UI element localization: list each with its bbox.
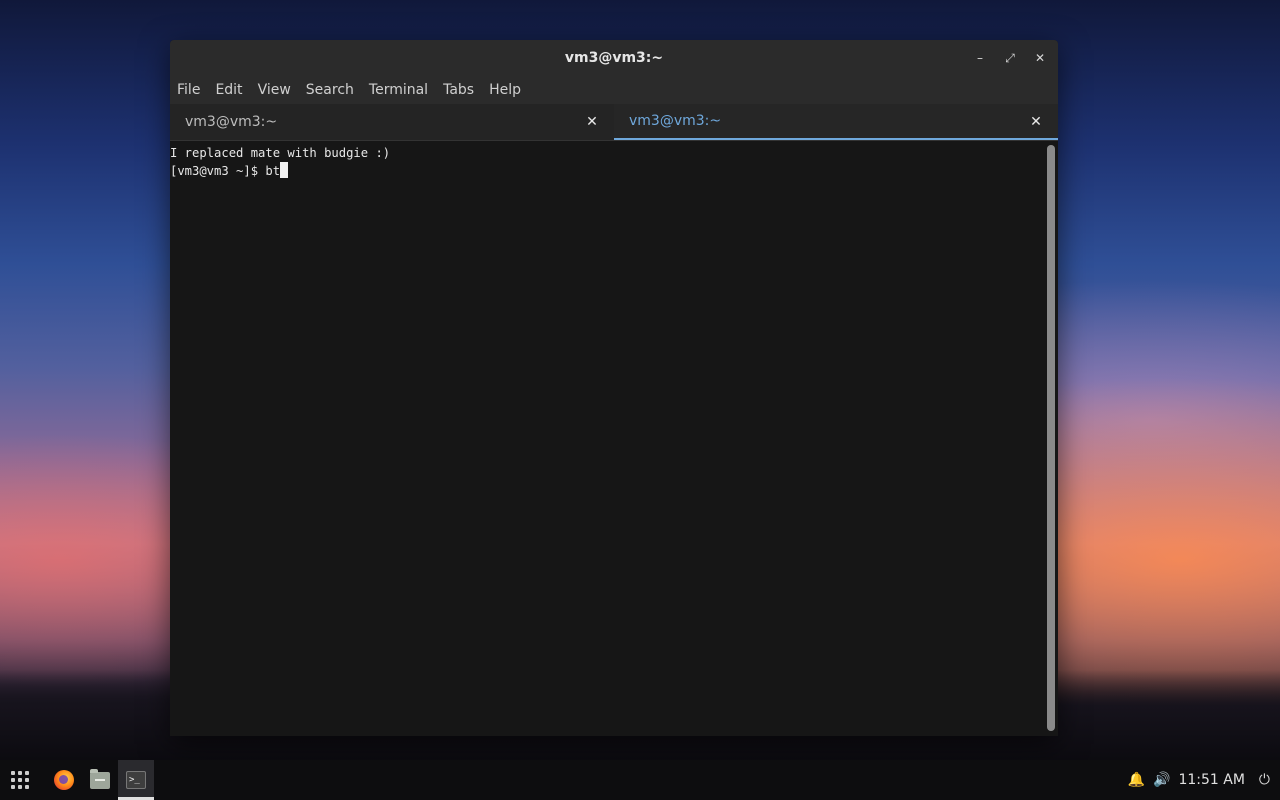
menu-search[interactable]: Search <box>305 82 362 98</box>
volume-icon[interactable]: 🔊 <box>1153 772 1170 788</box>
scrollbar-thumb[interactable] <box>1047 145 1055 731</box>
window-title: vm3@vm3:~ <box>564 50 664 66</box>
system-tray: 🔔 🔊 11:51 AM ⏻ <box>1128 760 1280 800</box>
text-cursor <box>280 162 289 178</box>
close-icon: ✕ <box>1034 51 1046 65</box>
close-window-button[interactable]: ✕ <box>1030 48 1050 68</box>
terminal-prompt-line: [vm3@vm3 ~]$ bt <box>170 162 1058 180</box>
window-controls: – ⤢ ✕ <box>970 40 1050 76</box>
grid-icon <box>11 771 29 789</box>
maximize-icon: ⤢ <box>1005 50 1015 65</box>
terminal-icon: >_ <box>126 771 146 789</box>
menu-help[interactable]: Help <box>488 82 529 98</box>
firefox-icon <box>54 770 74 790</box>
scrollbar[interactable] <box>1047 145 1055 731</box>
firefox-launcher[interactable] <box>46 760 82 800</box>
menu-tabs[interactable]: Tabs <box>442 82 482 98</box>
files-launcher[interactable] <box>82 760 118 800</box>
terminal-window: vm3@vm3:~ – ⤢ ✕ File Edit View Search Te… <box>170 40 1058 736</box>
terminal-line-2: [vm3@vm3 ~]$ bt <box>170 164 281 178</box>
tab-1[interactable]: vm3@vm3:~ ✕ <box>170 104 614 140</box>
tab-2-close-icon[interactable]: ✕ <box>1026 112 1046 132</box>
tab-bar: vm3@vm3:~ ✕ vm3@vm3:~ ✕ <box>170 104 1058 141</box>
app-menu-button[interactable] <box>2 760 38 800</box>
menu-view[interactable]: View <box>257 82 299 98</box>
taskbar: >_ 🔔 🔊 11:51 AM ⏻ <box>0 760 1280 800</box>
menu-file[interactable]: File <box>176 82 208 98</box>
minimize-button[interactable]: – <box>970 48 990 68</box>
tab-2-label: vm3@vm3:~ <box>629 113 722 129</box>
terminal-line-1: I replaced mate with budgie :) <box>170 146 391 160</box>
tab-1-label: vm3@vm3:~ <box>185 114 278 130</box>
clock[interactable]: 11:51 AM <box>1178 772 1244 788</box>
tab-1-close-icon[interactable]: ✕ <box>582 112 602 132</box>
minimize-icon: – <box>977 51 983 65</box>
files-icon <box>90 768 110 789</box>
terminal-output[interactable]: I replaced mate with budgie :) [vm3@vm3 … <box>170 141 1058 736</box>
menu-bar: File Edit View Search Terminal Tabs Help <box>170 76 1058 104</box>
terminal-launcher[interactable]: >_ <box>118 760 154 800</box>
menu-edit[interactable]: Edit <box>214 82 250 98</box>
maximize-button[interactable]: ⤢ <box>1000 48 1020 68</box>
bell-icon[interactable]: 🔔 <box>1128 772 1145 788</box>
title-bar[interactable]: vm3@vm3:~ – ⤢ ✕ <box>170 40 1058 76</box>
power-icon[interactable]: ⏻ <box>1259 772 1270 788</box>
menu-terminal[interactable]: Terminal <box>368 82 436 98</box>
tab-2[interactable]: vm3@vm3:~ ✕ <box>614 104 1058 140</box>
